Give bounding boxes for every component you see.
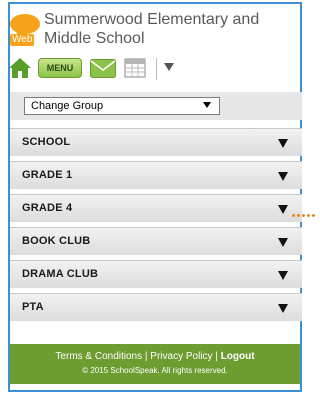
- group-row-school[interactable]: SCHOOL: [10, 128, 302, 156]
- speech-bubble-logo-icon: [10, 14, 40, 40]
- footer-links: Terms & Conditions | Privacy Policy | Lo…: [10, 350, 300, 363]
- logo-web-label: Web: [10, 34, 35, 46]
- group-row-label: GRADE 4: [22, 202, 73, 214]
- menu-button[interactable]: MENU: [38, 58, 82, 78]
- footer: Terms & Conditions | Privacy Policy | Lo…: [10, 344, 300, 384]
- group-row-label: DRAMA CLUB: [22, 268, 99, 280]
- toolbar-separator: [156, 58, 157, 80]
- group-row-pta[interactable]: PTA: [10, 293, 302, 321]
- dropdown-arrow-icon[interactable]: [162, 60, 176, 74]
- terms-link[interactable]: Terms & Conditions: [55, 351, 142, 362]
- change-group-select[interactable]: Change Group: [24, 97, 220, 115]
- change-group-value: Change Group: [31, 100, 104, 112]
- copyright: © 2015 SchoolSpeak. All rights reserved.: [82, 366, 228, 375]
- annotation-dots: [292, 214, 315, 218]
- toolbar: MENU: [8, 54, 208, 84]
- group-row-label: GRADE 1: [22, 169, 73, 181]
- footer-separator: |: [212, 351, 221, 362]
- group-row-book-club[interactable]: BOOK CLUB: [10, 227, 302, 255]
- group-row-grade-4[interactable]: GRADE 4: [10, 194, 302, 222]
- school-name[interactable]: Summerwood Elementary and Middle School: [44, 10, 304, 48]
- group-row-label: PTA: [22, 301, 44, 313]
- logout-link[interactable]: Logout: [221, 351, 255, 362]
- select-arrow-icon: [203, 102, 211, 108]
- calendar-icon[interactable]: [124, 56, 146, 78]
- expand-arrow-icon[interactable]: [278, 304, 288, 313]
- expand-arrow-icon[interactable]: [278, 271, 288, 280]
- group-row-label: BOOK CLUB: [22, 235, 91, 247]
- expand-arrow-icon[interactable]: [278, 205, 288, 214]
- home-icon[interactable]: [8, 56, 32, 80]
- header: Web Summerwood Elementary and Middle Sch…: [8, 10, 298, 54]
- mail-icon[interactable]: [90, 59, 116, 78]
- privacy-link[interactable]: Privacy Policy: [150, 351, 212, 362]
- expand-arrow-icon[interactable]: [278, 238, 288, 247]
- expand-arrow-icon[interactable]: [278, 139, 288, 148]
- group-row-grade-1[interactable]: GRADE 1: [10, 161, 302, 189]
- expand-arrow-icon[interactable]: [278, 172, 288, 181]
- group-row-drama-club[interactable]: DRAMA CLUB: [10, 260, 302, 288]
- group-row-label: SCHOOL: [22, 136, 71, 148]
